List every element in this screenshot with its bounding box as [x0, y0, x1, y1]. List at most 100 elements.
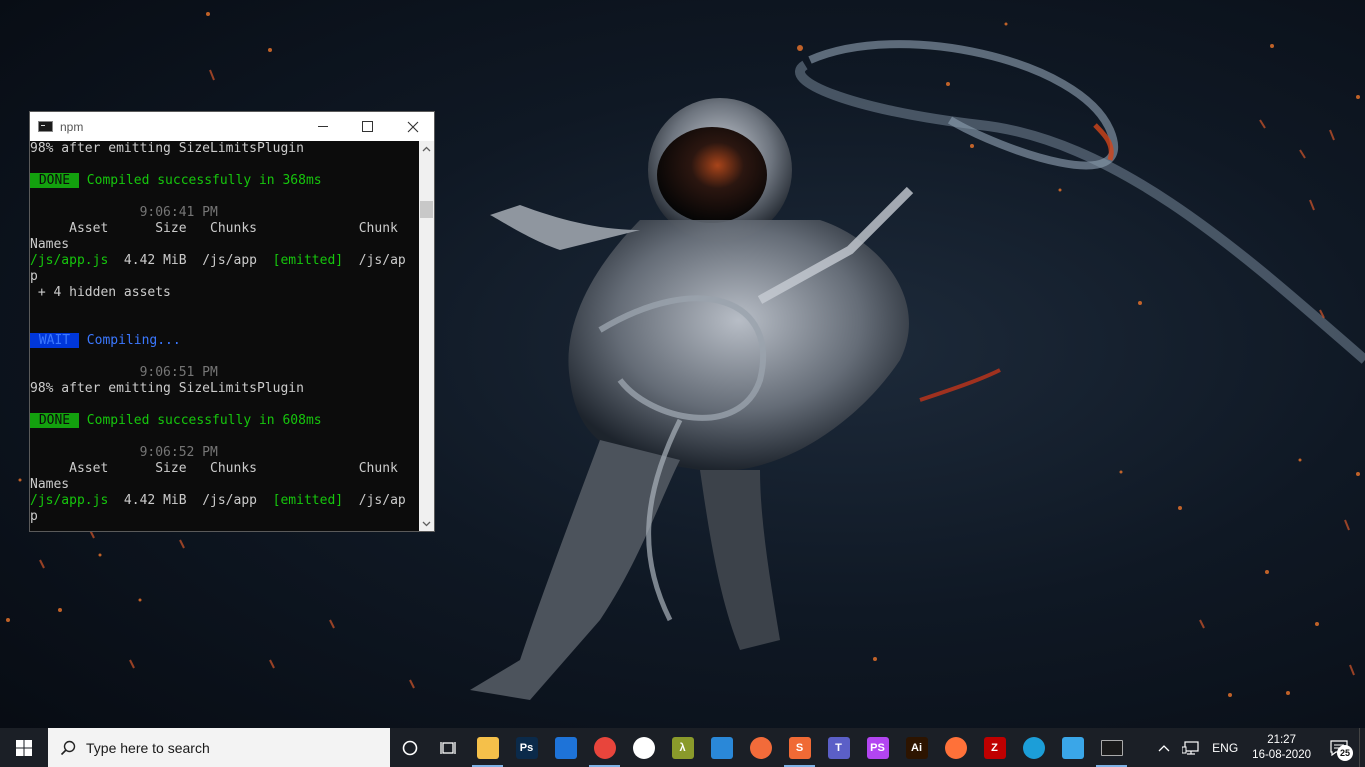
- console-text: 4.42 MiB /js/app: [108, 253, 273, 268]
- console-text: [emitted]: [272, 493, 344, 508]
- maximize-icon: [361, 121, 373, 132]
- chevron-up-icon: [1158, 744, 1170, 751]
- console-text: p: [30, 509, 38, 524]
- taskbar-app-edge[interactable]: [1014, 728, 1053, 767]
- firefox-icon: [944, 736, 967, 759]
- taskbar-app-mail[interactable]: [546, 728, 585, 767]
- console-line: DONE Compiled successfully in 368ms: [30, 173, 419, 189]
- clock-time: 21:27: [1267, 733, 1296, 746]
- taskbar-app-filezilla[interactable]: Z: [975, 728, 1014, 767]
- console-text: /js/ap: [343, 493, 406, 508]
- cortana-icon: [402, 740, 417, 755]
- console-line: p: [30, 269, 419, 285]
- console-text: [emitted]: [272, 253, 344, 268]
- console-line: + 4 hidden assets: [30, 285, 419, 301]
- mongodb-compass-icon: [632, 736, 655, 759]
- taskbar-app-photoshop[interactable]: Ps: [507, 728, 546, 767]
- clock-button[interactable]: 21:27 16-08-2020: [1244, 733, 1319, 763]
- show-hidden-icons-button[interactable]: [1152, 728, 1176, 767]
- console-text: 9:06:52 PM: [30, 445, 218, 460]
- console-text: Compiled successfully in 608ms: [78, 413, 322, 428]
- taskbar-app-mongodb-compass[interactable]: [624, 728, 663, 767]
- edge-icon: [1022, 736, 1045, 759]
- console-text: 9:06:41 PM: [30, 205, 218, 220]
- close-button[interactable]: [390, 112, 436, 141]
- console-text: 98% after emitting SizeLimitsPlugin: [30, 381, 304, 396]
- console-text: Names: [30, 237, 70, 252]
- taskbar-app-postman[interactable]: [741, 728, 780, 767]
- show-desktop-button[interactable]: [1359, 728, 1365, 767]
- network-icon: [1182, 740, 1199, 755]
- teams-icon: T: [827, 736, 850, 759]
- wait-badge: WAIT: [30, 333, 79, 348]
- command-prompt-window[interactable]: npm 98% after emitting SizeLimitsPlugin …: [29, 111, 435, 532]
- done-badge: DONE: [30, 173, 79, 188]
- chevron-down-icon: [422, 521, 431, 526]
- sublime-text-icon: S: [788, 736, 811, 759]
- minimize-button[interactable]: [300, 112, 346, 141]
- console-output[interactable]: 98% after emitting SizeLimitsPlugin DONE…: [30, 141, 419, 531]
- taskbar-app-lambda[interactable]: λ: [663, 728, 702, 767]
- taskbar-app-vscode[interactable]: [702, 728, 741, 767]
- done-badge: DONE: [30, 413, 79, 428]
- console-line: Names: [30, 237, 419, 253]
- window-title: npm: [60, 119, 84, 134]
- vscode-icon: [710, 736, 733, 759]
- console-line: /js/app.js 4.42 MiB /js/app [emitted] /j…: [30, 253, 419, 269]
- taskbar-app-teams[interactable]: T: [819, 728, 858, 767]
- taskbar-app-illustrator[interactable]: Ai: [897, 728, 936, 767]
- maximize-button[interactable]: [344, 112, 390, 141]
- console-line: 98% after emitting SizeLimitsPlugin: [30, 141, 419, 157]
- taskbar-app-sublime-text[interactable]: S: [780, 728, 819, 767]
- console-text: p: [30, 269, 38, 284]
- start-button[interactable]: [0, 728, 48, 767]
- console-line: 9:06:41 PM: [30, 205, 419, 221]
- taskbar-app-app[interactable]: [1053, 728, 1092, 767]
- close-icon: [407, 121, 419, 132]
- scroll-up-button[interactable]: [419, 141, 434, 156]
- action-center-button[interactable]: 25: [1319, 728, 1359, 767]
- scrollbar-thumb[interactable]: [420, 201, 433, 218]
- notification-count-badge: 25: [1337, 745, 1353, 761]
- task-view-button[interactable]: [429, 728, 468, 767]
- taskbar-app-chrome[interactable]: [585, 728, 624, 767]
- taskbar-search-box[interactable]: Type here to search: [48, 728, 390, 767]
- console-line: p: [30, 509, 419, 525]
- windows-logo-icon: [16, 739, 32, 756]
- console-text: + 4 hidden assets: [30, 285, 171, 300]
- vertical-scrollbar[interactable]: [419, 141, 434, 531]
- console-line: Names: [30, 477, 419, 493]
- mail-icon: [554, 736, 577, 759]
- filezilla-icon: Z: [983, 736, 1006, 759]
- system-tray: ENG 21:27 16-08-2020 25: [1152, 728, 1365, 767]
- task-view-icon: [439, 741, 456, 754]
- lambda-icon: λ: [671, 736, 694, 759]
- taskbar-app-phpstorm[interactable]: PS: [858, 728, 897, 767]
- console-line: Asset Size Chunks Chunk: [30, 461, 419, 477]
- photoshop-icon: Ps: [515, 736, 538, 759]
- search-placeholder: Type here to search: [86, 739, 210, 756]
- phpstorm-icon: PS: [866, 736, 889, 759]
- taskbar: Type here to search Ps λ S T PS Ai Z ENG 21:27…: [0, 728, 1365, 767]
- window-titlebar[interactable]: npm: [30, 112, 434, 141]
- chrome-icon: [593, 736, 616, 759]
- input-language-button[interactable]: ENG: [1206, 728, 1244, 767]
- network-button[interactable]: [1176, 728, 1206, 767]
- taskbar-app-command-prompt[interactable]: [1092, 728, 1131, 767]
- cortana-button[interactable]: [390, 728, 429, 767]
- scroll-down-button[interactable]: [419, 516, 434, 531]
- console-text: 4.42 MiB /js/app: [108, 493, 273, 508]
- taskbar-app-file-explorer[interactable]: [468, 728, 507, 767]
- chevron-up-icon: [422, 146, 431, 151]
- app-icon: [1061, 736, 1084, 759]
- console-line: 9:06:51 PM: [30, 365, 419, 381]
- console-text: 9:06:51 PM: [30, 365, 218, 380]
- console-line: 98% after emitting SizeLimitsPlugin: [30, 381, 419, 397]
- taskbar-app-firefox[interactable]: [936, 728, 975, 767]
